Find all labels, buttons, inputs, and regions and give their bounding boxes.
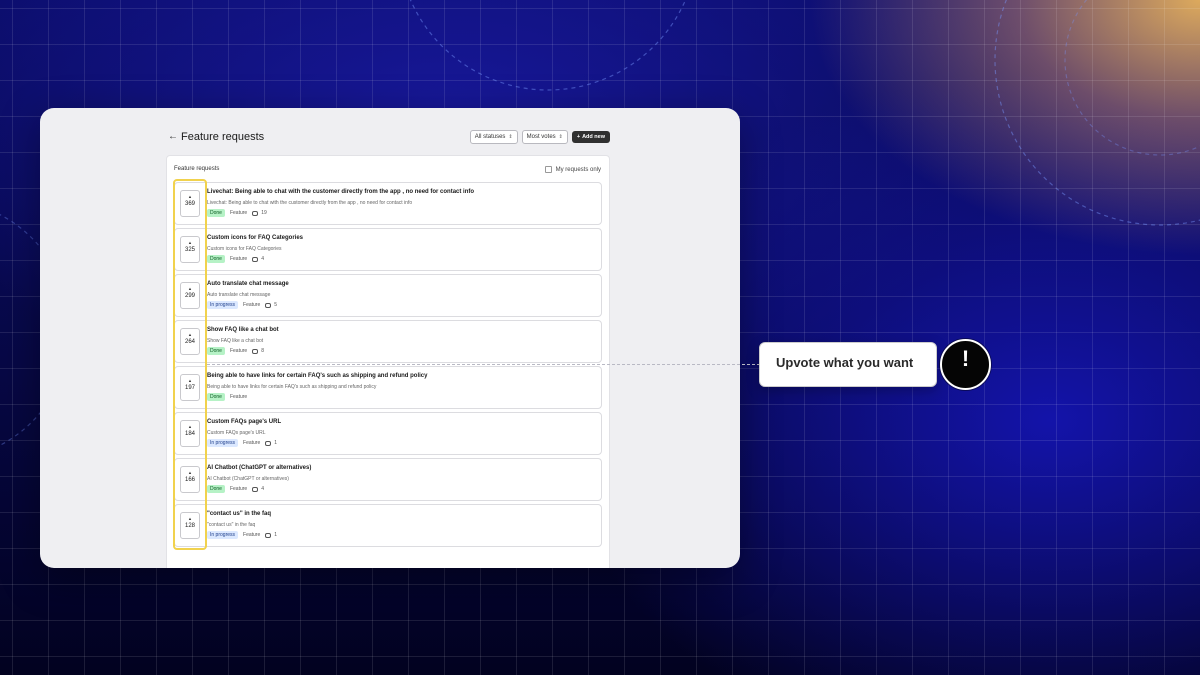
comment-count: 1 — [265, 532, 277, 538]
filter-bar: All statuses ⇕ Most votes ⇕ + Add new — [469, 130, 610, 144]
request-title[interactable]: Show FAQ like a chat bot — [207, 327, 279, 333]
comment-icon — [265, 532, 272, 538]
status-badge: Done — [207, 209, 225, 217]
feature-request-item[interactable]: ▲ 128 "contact us" in the faq "contact us" … — [174, 504, 602, 547]
request-meta: In progress Feature 1 — [207, 439, 277, 447]
request-type: Feature — [229, 394, 248, 400]
comment-count-value: 8 — [261, 348, 264, 354]
comment-icon — [252, 210, 259, 216]
sort-select[interactable]: Most votes ⇕ — [521, 130, 568, 144]
request-type: Feature — [229, 256, 248, 262]
page-header: ← Feature requests All statuses ⇕ Most v… — [168, 130, 610, 146]
status-badge: In progress — [207, 531, 239, 539]
comment-count-value: 1 — [274, 440, 278, 446]
comment-count: 1 — [265, 440, 277, 446]
comment-count: 8 — [252, 348, 264, 354]
comment-count: 4 — [252, 486, 264, 492]
panel-title: Feature requests — [174, 166, 220, 172]
comment-count-value: 5 — [274, 302, 278, 308]
my-requests-toggle[interactable]: My requests only — [544, 166, 601, 173]
callout-connector — [207, 364, 760, 365]
request-title[interactable]: Livechat: Being able to chat with the cu… — [207, 189, 474, 195]
comment-icon — [265, 302, 272, 308]
request-description: Custom FAQs page's URL — [207, 430, 266, 436]
comment-icon — [252, 348, 259, 354]
comment-count-value: 4 — [261, 486, 264, 492]
callout-text: Upvote what you want — [776, 355, 914, 370]
status-badge: In progress — [207, 439, 239, 447]
request-description: AI Chatbot (ChatGPT or alternatives) — [207, 476, 289, 482]
comment-count: 4 — [252, 256, 264, 262]
plus-icon: + — [576, 134, 581, 140]
request-title[interactable]: Being able to have links for certain FAQ… — [207, 373, 427, 379]
feature-requests-panel: Feature requests My requests only ▲ 369 Li… — [166, 155, 610, 568]
request-title[interactable]: AI Chatbot (ChatGPT or alternatives) — [207, 465, 311, 471]
comment-count: 5 — [265, 302, 277, 308]
request-description: Auto translate chat message — [207, 292, 271, 298]
page-title: Feature requests — [181, 131, 265, 143]
add-new-button[interactable]: + Add new — [571, 131, 610, 143]
add-new-label: Add new — [582, 134, 605, 140]
callout-box: Upvote what you want — [759, 342, 937, 387]
comment-count-value: 19 — [261, 210, 267, 216]
exclamation-icon: ! — [940, 339, 991, 390]
status-badge: In progress — [207, 301, 239, 309]
my-requests-checkbox[interactable] — [544, 166, 552, 173]
comment-count: 19 — [252, 210, 267, 216]
sort-label: Most votes — [526, 134, 556, 140]
comment-icon — [252, 256, 259, 262]
feature-request-item[interactable]: ▲ 369 Livechat: Being able to chat with th… — [174, 182, 602, 225]
request-description: Being able to have links for certain FAQ… — [207, 384, 377, 390]
comment-count-value: 1 — [274, 532, 278, 538]
chevron-updown-icon: ⇕ — [508, 134, 513, 140]
my-requests-label: My requests only — [555, 166, 601, 173]
request-type: Feature — [243, 532, 261, 538]
request-meta: In progress Feature 5 — [207, 301, 277, 309]
feature-request-item[interactable]: ▲ 264 Show FAQ like a chat bot Show FAQ lik… — [174, 320, 602, 363]
status-filter-select[interactable]: All statuses ⇕ — [469, 130, 518, 144]
feature-request-item[interactable]: ▲ 299 Auto translate chat message Auto tran… — [174, 274, 602, 317]
request-type: Feature — [229, 486, 248, 492]
status-badge: Done — [207, 393, 225, 401]
vote-column-highlight — [173, 179, 207, 550]
request-type: Feature — [243, 302, 261, 308]
request-type: Feature — [229, 210, 248, 216]
request-meta: Done Feature 4 — [207, 485, 264, 493]
arrow-left-icon[interactable]: ← — [168, 130, 178, 144]
request-description: Livechat: Being able to chat with the cu… — [207, 200, 413, 206]
status-badge: Done — [207, 485, 225, 493]
app-window: ← Feature requests All statuses ⇕ Most v… — [40, 108, 740, 568]
request-meta: Done Feature 8 — [207, 347, 264, 355]
status-badge: Done — [207, 347, 225, 355]
request-meta: In progress Feature 1 — [207, 531, 277, 539]
request-description: Show FAQ like a chat bot — [207, 338, 264, 344]
request-title[interactable]: "contact us" in the faq — [207, 511, 271, 517]
request-meta: Done Feature — [207, 393, 247, 401]
comment-icon — [252, 486, 259, 492]
request-type: Feature — [229, 348, 248, 354]
request-description: Custom icons for FAQ Categories — [207, 246, 282, 252]
request-meta: Done Feature 4 — [207, 255, 264, 263]
request-type: Feature — [243, 440, 261, 446]
request-meta: Done Feature 19 — [207, 209, 267, 217]
status-badge: Done — [207, 255, 225, 263]
feature-request-item[interactable]: ▲ 197 Being able to have links for certain… — [174, 366, 602, 409]
status-filter-label: All statuses — [474, 134, 506, 140]
comment-count-value: 4 — [261, 256, 264, 262]
request-description: "contact us" in the faq — [207, 522, 256, 528]
comment-icon — [265, 440, 272, 446]
feature-request-item[interactable]: ▲ 166 AI Chatbot (ChatGPT or alternatives)… — [174, 458, 602, 501]
feature-request-item[interactable]: ▲ 325 Custom icons for FAQ Categories Custo… — [174, 228, 602, 271]
request-title[interactable]: Auto translate chat message — [207, 281, 289, 287]
feature-request-item[interactable]: ▲ 184 Custom FAQs page's URL Custom FAQs pa… — [174, 412, 602, 455]
request-title[interactable]: Custom FAQs page's URL — [207, 419, 281, 425]
chevron-updown-icon: ⇕ — [558, 134, 563, 140]
request-title[interactable]: Custom icons for FAQ Categories — [207, 235, 303, 241]
